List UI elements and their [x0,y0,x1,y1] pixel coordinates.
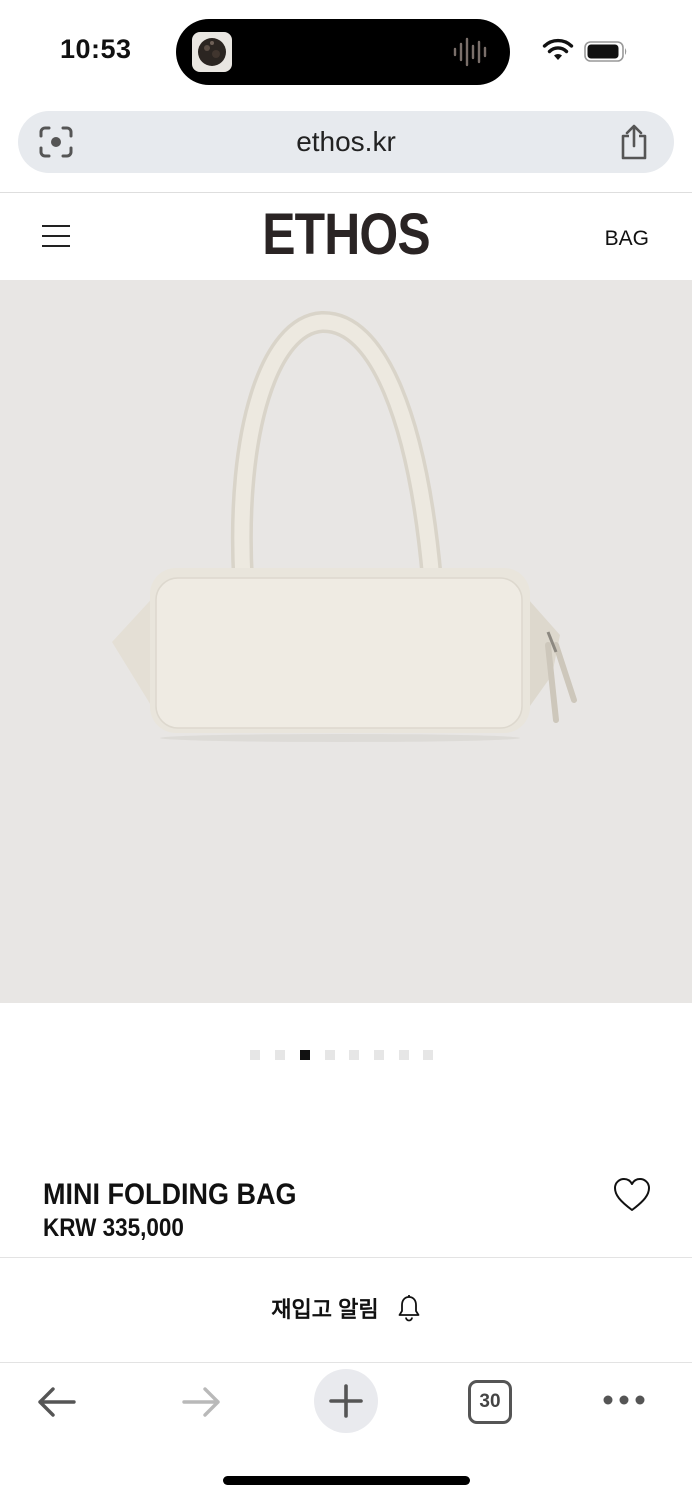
now-playing-artwork [192,32,232,72]
section-divider [0,1257,692,1258]
product-price: KRW 335,000 [43,1214,184,1242]
heart-icon[interactable] [612,1176,652,1214]
header-divider [0,192,692,193]
arrow-right-icon[interactable] [180,1385,222,1419]
carousel-dot[interactable] [399,1050,409,1060]
arrow-left-icon[interactable] [36,1385,78,1419]
carousel-dot[interactable] [325,1050,335,1060]
address-bar[interactable]: ethos.kr [18,111,674,173]
audio-waveform-icon [453,37,487,67]
carousel-dot[interactable] [275,1050,285,1060]
carousel-dot[interactable] [349,1050,359,1060]
dynamic-island[interactable] [176,19,510,85]
carousel-dot-active[interactable] [300,1050,310,1060]
product-name: MINI FOLDING BAG [43,1178,297,1211]
carousel-dot[interactable] [374,1050,384,1060]
bell-icon [398,1295,420,1322]
battery-icon [584,41,627,62]
url-text: ethos.kr [296,126,396,157]
category-link-bag[interactable]: BAG [605,227,649,251]
new-tab-button[interactable] [314,1369,378,1433]
more-icon[interactable] [602,1393,646,1407]
tab-count-button[interactable]: 30 [468,1380,512,1424]
site-logo[interactable]: ETHOS [48,201,643,268]
plus-icon [329,1384,363,1418]
share-icon[interactable] [618,123,650,161]
restock-notify-button[interactable]: 재입고 알림 [0,1292,692,1324]
carousel-dot[interactable] [423,1050,433,1060]
wifi-icon [542,38,574,60]
carousel-dot[interactable] [250,1050,260,1060]
home-indicator [223,1476,470,1485]
product-image[interactable] [0,280,692,1003]
status-time: 10:53 [60,34,132,64]
bag-illustration [112,311,577,742]
restock-label: 재입고 알림 [271,1297,379,1322]
